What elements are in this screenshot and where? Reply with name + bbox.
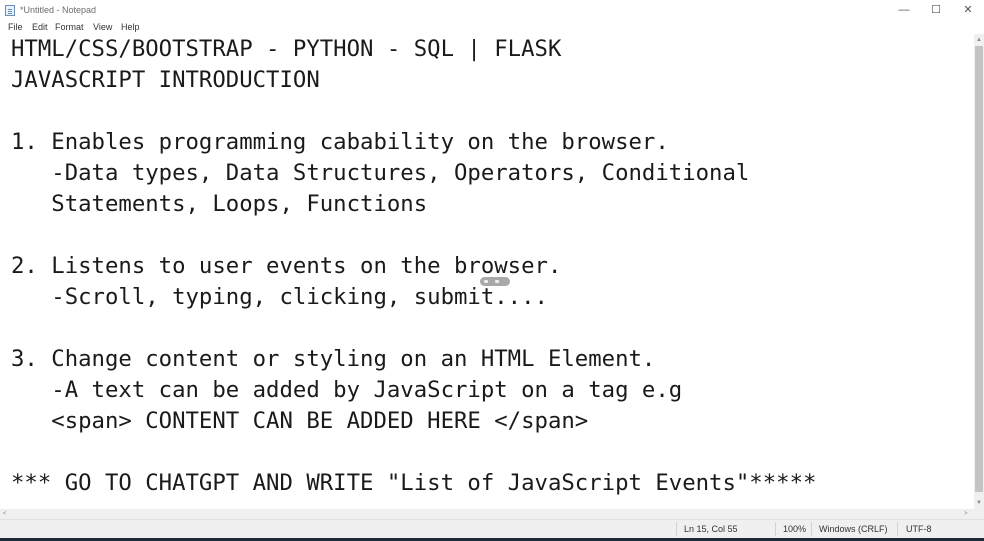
text-line-12[interactable]: -A text can be added by JavaScript on a … xyxy=(11,375,682,406)
window-title: *Untitled - Notepad xyxy=(20,5,97,15)
text-line-4[interactable]: 1. Enables programming cabability on the… xyxy=(11,127,669,158)
text-line-6[interactable]: Statements, Loops, Functions xyxy=(11,189,427,220)
scroll-left-icon[interactable]: < xyxy=(3,509,11,519)
notepad-window: *Untitled - Notepad — ☐ ✕ File Edit Form… xyxy=(0,0,984,541)
text-line-8[interactable]: 2. Listens to user events on the browser… xyxy=(11,251,561,282)
scroll-right-icon[interactable]: > xyxy=(964,509,972,519)
encoding: UTF-8 xyxy=(906,524,932,534)
text-line-9[interactable]: -Scroll, typing, clicking, submit.... xyxy=(11,282,548,313)
status-separator xyxy=(897,522,898,536)
vertical-scrollbar[interactable]: ▲ ▼ xyxy=(974,34,984,509)
menu-edit[interactable]: Edit xyxy=(32,22,48,32)
maximize-button[interactable]: ☐ xyxy=(921,0,951,20)
menu-format[interactable]: Format xyxy=(55,22,84,32)
horizontal-scrollbar[interactable]: < > xyxy=(0,509,974,519)
text-line-5[interactable]: -Data types, Data Structures, Operators,… xyxy=(11,158,749,189)
menu-view[interactable]: View xyxy=(93,22,112,32)
zoom-level: 100% xyxy=(783,524,807,534)
menu-file[interactable]: File xyxy=(8,22,23,32)
text-line-15[interactable]: *** GO TO CHATGPT AND WRITE "List of Jav… xyxy=(11,468,816,499)
minimize-button[interactable]: — xyxy=(889,0,919,20)
text-line-13[interactable]: <span> CONTENT CAN BE ADDED HERE </span> xyxy=(11,406,588,437)
status-separator xyxy=(775,522,776,536)
vertical-scroll-thumb[interactable] xyxy=(975,46,983,492)
line-ending: Windows (CRLF) xyxy=(819,524,888,534)
scroll-up-icon[interactable]: ▲ xyxy=(974,36,984,44)
scroll-down-icon[interactable]: ▼ xyxy=(974,499,984,507)
menu-bar: File Edit Format View Help xyxy=(0,20,984,34)
title-bar[interactable]: *Untitled - Notepad — ☐ ✕ xyxy=(0,0,984,20)
scrollbar-corner xyxy=(974,509,984,519)
text-editor-area[interactable]: HTML/CSS/BOOTSTRAP - PYTHON - SQL | FLAS… xyxy=(0,34,974,509)
status-separator xyxy=(811,522,812,536)
text-line-11[interactable]: 3. Change content or styling on an HTML … xyxy=(11,344,655,375)
mouse-cursor-icon xyxy=(480,277,510,286)
text-line-2[interactable]: JAVASCRIPT INTRODUCTION xyxy=(11,65,320,96)
menu-help[interactable]: Help xyxy=(121,22,140,32)
notepad-icon xyxy=(5,5,15,16)
close-button[interactable]: ✕ xyxy=(953,0,983,20)
cursor-position: Ln 15, Col 55 xyxy=(684,524,738,534)
status-bar: Ln 15, Col 55 100% Windows (CRLF) UTF-8 xyxy=(0,519,984,538)
text-line-1[interactable]: HTML/CSS/BOOTSTRAP - PYTHON - SQL | FLAS… xyxy=(11,34,561,65)
status-separator xyxy=(676,522,677,536)
